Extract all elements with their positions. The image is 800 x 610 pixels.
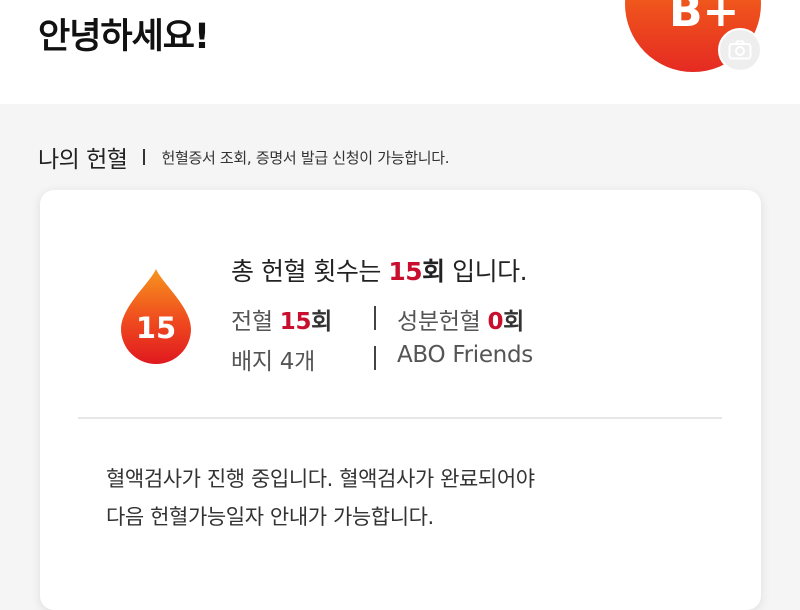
section-subtitle: 헌혈증서 조회, 증명서 발급 신청이 가능합니다. [161,148,450,167]
whole-blood-label: 전혈 [231,309,280,335]
blood-type-label: B+ [669,0,740,37]
notice-line-2: 다음 헌혈가능일자 안내가 가능합니다. [106,505,434,529]
card-divider [78,417,722,419]
group-name: ABO Friends [397,342,533,368]
blood-drop-badge: 15 [119,267,193,365]
badge-row: 배지 4개 ABO Friends [231,342,533,376]
total-count: 15 [388,257,423,286]
greeting-title: 안녕하세요! [38,17,210,57]
apheresis-unit: 회 [503,309,525,335]
drop-count: 15 [135,311,177,345]
donation-card: 15 총 헌혈 횟수는 15회 입니다. 전혈 15회 성분헌혈 0회 배지 4… [40,190,761,610]
apheresis-stat: 성분헌혈 0회 [397,302,524,336]
notice-line-1: 혈액검사가 진행 중입니다. 혈액검사가 완료되어야 [106,467,535,491]
row-divider [374,346,376,370]
apheresis-count: 0 [487,309,504,335]
row-divider [374,306,376,330]
whole-blood-count: 15 [279,309,312,335]
summary-suffix: 입니다. [444,257,528,286]
whole-blood-unit: 회 [311,309,333,335]
badge-count: 배지 4개 [231,349,315,375]
section-title: 나의 헌혈 [38,147,128,173]
section-header: 나의 헌혈 헌혈증서 조회, 증명서 발급 신청이 가능합니다. [38,140,450,174]
donation-type-row: 전혈 15회 성분헌혈 0회 [231,302,524,336]
blood-test-notice: 혈액검사가 진행 중입니다. 혈액검사가 완료되어야 다음 헌혈가능일자 안내가… [106,460,706,536]
camera-icon [728,40,752,60]
summary-prefix: 총 헌혈 횟수는 [231,257,389,286]
camera-button[interactable] [718,28,762,72]
total-count-unit: 회 [422,257,445,286]
total-donation-summary: 총 헌혈 횟수는 15회 입니다. [231,252,528,288]
section-divider [143,149,146,165]
apheresis-label: 성분헌혈 [397,309,488,335]
